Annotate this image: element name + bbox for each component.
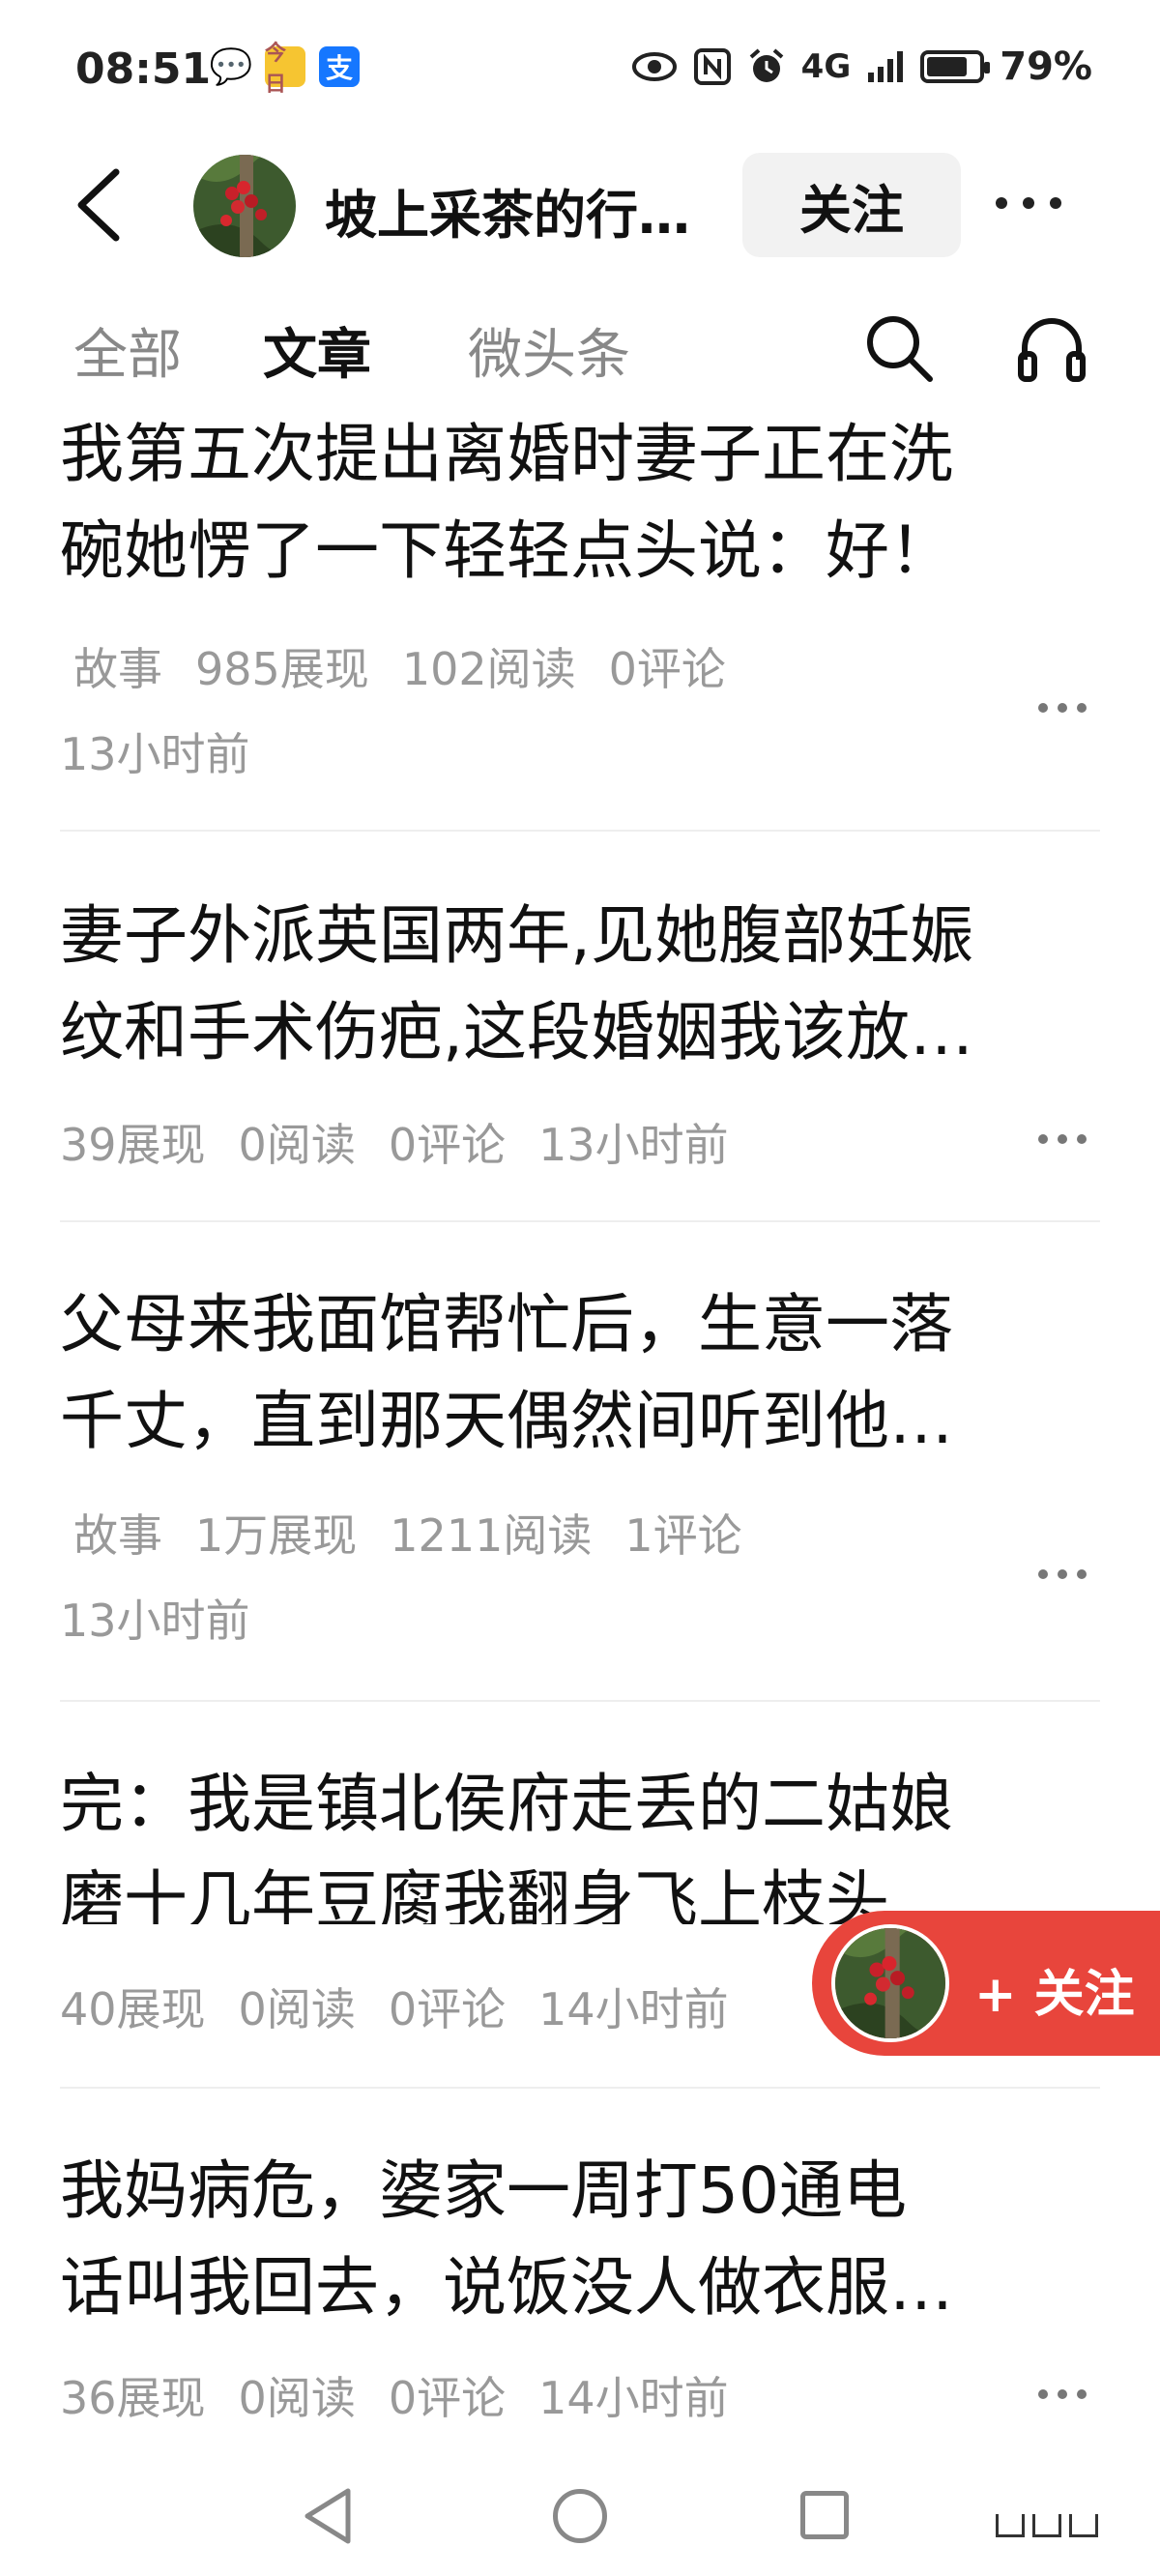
nfc-icon <box>693 48 731 85</box>
article-title-line[interactable]: 父母来我面馆帮忙后，生意一落 <box>60 1276 1104 1373</box>
article-title-line[interactable]: 千丈，直到那天偶然间听到他… <box>60 1373 1104 1470</box>
reads: 102阅读 <box>401 643 576 695</box>
nav-back-icon[interactable] <box>300 2485 358 2547</box>
battery-icon <box>920 50 991 83</box>
more-dots-icon[interactable] <box>1038 698 1096 717</box>
impressions: 39展现 <box>60 1119 206 1171</box>
alarm-icon <box>749 48 783 82</box>
watermark-icon <box>996 2514 1102 2543</box>
article-title-line[interactable]: 碗她愣了一下轻轻点头说：好！ <box>60 503 1104 600</box>
battery-percent: 79% <box>1000 44 1092 89</box>
content-tabs: 全部 文章 微头条 <box>0 290 1160 396</box>
system-nav-bar <box>0 2456 1160 2576</box>
status-bar: 08:51 💬 今日 支 4G 79% <box>0 0 1160 145</box>
article-title-line[interactable]: 妻子外派英国两年,见她腹部妊娠 <box>60 888 1104 984</box>
divider <box>60 1220 1100 1222</box>
article-meta: 故事 1万展现 1211阅读 1评论 <box>60 1501 775 1565</box>
tab-all[interactable]: 全部 <box>73 311 182 390</box>
tab-articles[interactable]: 文章 <box>263 311 371 390</box>
author-avatar[interactable] <box>193 155 296 257</box>
impressions: 36展现 <box>60 2372 206 2424</box>
article-title-line[interactable]: 话叫我回去，说饭没人做衣服… <box>60 2239 1104 2336</box>
more-dots-icon[interactable] <box>1038 1565 1096 1584</box>
article-title-line[interactable]: 我妈病危，婆家一周打50通电 <box>60 2143 1104 2239</box>
article-time: 13小时前 <box>60 728 250 780</box>
network-type: 4G <box>800 47 852 86</box>
comments: 0评论 <box>388 1983 507 2035</box>
divider <box>60 830 1100 832</box>
impressions: 985展现 <box>195 643 369 695</box>
article-title-line[interactable]: 纹和手术伤疤,这段婚姻我该放… <box>60 984 1104 1081</box>
article-time: 14小时前 <box>538 1983 729 2035</box>
more-dots-icon[interactable] <box>996 174 1092 232</box>
author-name[interactable]: 坡上采茶的行… <box>325 172 690 249</box>
comments: 0评论 <box>388 1119 507 1171</box>
nav-home-icon[interactable] <box>553 2489 607 2543</box>
tab-micro[interactable]: 微头条 <box>468 311 630 390</box>
divider <box>60 1700 1100 1702</box>
eye-icon <box>631 52 677 81</box>
more-dots-icon[interactable] <box>1038 1129 1096 1149</box>
article-title-line[interactable]: 我第五次提出离婚时妻子正在洗 <box>60 406 1104 503</box>
back-arrow-icon[interactable] <box>68 166 135 244</box>
article-time: 13小时前 <box>538 1119 729 1171</box>
notification-icons: 💬 今日 支 <box>209 42 360 97</box>
comments: 0评论 <box>388 2372 507 2424</box>
headphones-icon[interactable] <box>1013 309 1090 387</box>
reads: 1211阅读 <box>390 1509 593 1562</box>
comments: 1评论 <box>624 1509 742 1562</box>
article-tag: 故事 <box>73 643 162 695</box>
reads: 0阅读 <box>238 2372 356 2424</box>
toutiao-icon: 今日 <box>265 42 305 97</box>
wechat-icon: 💬 <box>209 47 253 87</box>
more-dots-icon[interactable] <box>1038 2385 1096 2404</box>
impressions: 40展现 <box>60 1983 206 2035</box>
article-time: 13小时前 <box>60 1595 250 1647</box>
status-time: 08:51 <box>75 44 212 94</box>
reads: 0阅读 <box>238 1983 356 2035</box>
impressions: 1万展现 <box>195 1509 358 1562</box>
follow-button[interactable]: 关注 <box>742 153 961 257</box>
nav-recent-icon[interactable] <box>800 2491 849 2539</box>
article-meta: 故事 985展现 102阅读 0评论 <box>60 634 759 698</box>
system-icons: 4G 79% <box>631 44 1092 89</box>
signal-icon <box>868 51 904 82</box>
floating-follow-label[interactable]: + 关注 <box>974 1953 1135 2026</box>
reads: 0阅读 <box>238 1119 356 1171</box>
author-avatar <box>831 1924 949 2042</box>
alipay-icon: 支 <box>319 46 360 87</box>
article-time: 14小时前 <box>538 2372 729 2424</box>
search-icon[interactable] <box>860 309 938 387</box>
author-header: 坡上采茶的行… 关注 <box>0 145 1160 271</box>
floating-follow-button[interactable]: + 关注 <box>812 1911 1160 2056</box>
article-title-line[interactable]: 完：我是镇北侯府走丢的二姑娘 <box>60 1756 1104 1853</box>
article-tag: 故事 <box>73 1509 162 1562</box>
comments: 0评论 <box>608 643 726 695</box>
article-meta: 39展现 0阅读 0评论 13小时前 <box>60 1110 762 1174</box>
article-meta: 40展现 0阅读 0评论 14小时前 <box>60 1975 762 2038</box>
divider <box>60 2087 1100 2089</box>
article-meta: 36展现 0阅读 0评论 14小时前 <box>60 2363 762 2427</box>
